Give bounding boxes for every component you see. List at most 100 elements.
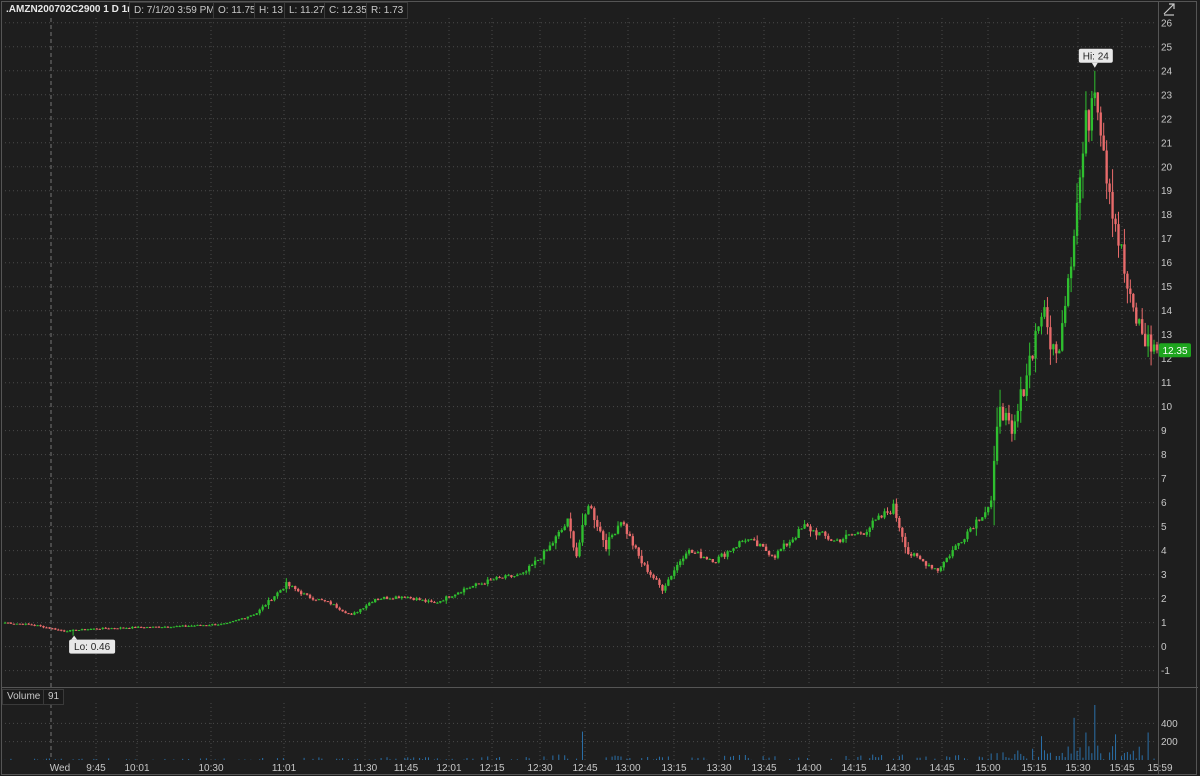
candle-body bbox=[530, 564, 534, 566]
high-readout: H: 13 bbox=[254, 2, 288, 19]
candle-body bbox=[243, 618, 247, 620]
candle-body bbox=[927, 565, 931, 567]
candle-body bbox=[332, 604, 335, 606]
candle-body bbox=[148, 627, 152, 629]
candle-body bbox=[225, 623, 229, 625]
candle-body bbox=[510, 575, 513, 577]
volume-bar bbox=[199, 758, 201, 760]
volume-bar bbox=[164, 758, 166, 760]
candle-body bbox=[859, 532, 863, 534]
volume-bar bbox=[892, 758, 894, 760]
candle-body bbox=[634, 545, 637, 548]
candle-body bbox=[95, 628, 98, 630]
candle-body bbox=[27, 623, 30, 625]
candle-body bbox=[711, 558, 714, 563]
volume-bar bbox=[1088, 746, 1090, 760]
candle-body bbox=[720, 553, 723, 557]
candle-body bbox=[1010, 420, 1014, 434]
time-tick-label: 11:30 bbox=[353, 763, 378, 774]
volume-bar bbox=[1112, 746, 1114, 760]
candle-body bbox=[1141, 319, 1144, 334]
volume-bar bbox=[303, 757, 305, 760]
candle-body bbox=[880, 515, 883, 518]
price-tick-label: 6 bbox=[1161, 498, 1167, 509]
volume-bar bbox=[1094, 705, 1096, 760]
volume-bar bbox=[45, 758, 47, 760]
volume-bar bbox=[1076, 750, 1078, 760]
candle-body bbox=[1001, 406, 1005, 421]
symbol-label[interactable]: .AMZN200702C2900 1 D 1m bbox=[2, 2, 140, 17]
candle-body bbox=[1155, 344, 1159, 351]
candle-body bbox=[365, 605, 368, 609]
price-tick-label: 21 bbox=[1161, 138, 1173, 149]
candle-body bbox=[791, 539, 794, 543]
candle-body bbox=[921, 559, 925, 562]
volume-bar bbox=[10, 758, 12, 760]
volume-bar bbox=[321, 758, 323, 760]
candle-body bbox=[936, 568, 940, 571]
volume-bar bbox=[605, 757, 607, 760]
candle-body bbox=[812, 530, 815, 532]
candle-body bbox=[616, 525, 620, 534]
time-tick-label: 11:01 bbox=[272, 763, 297, 774]
candle-body bbox=[723, 553, 726, 557]
candle-body bbox=[1049, 327, 1052, 350]
expand-chart-icon[interactable] bbox=[1162, 2, 1176, 16]
candle-body bbox=[418, 598, 421, 600]
candle-body bbox=[344, 611, 347, 614]
candle-body bbox=[539, 559, 543, 561]
candle-body bbox=[895, 503, 898, 518]
volume-bar bbox=[981, 757, 983, 760]
volume-bar bbox=[516, 759, 518, 760]
candle-body bbox=[519, 573, 522, 575]
candle-body bbox=[113, 628, 116, 630]
volume-bar bbox=[667, 756, 669, 760]
candle-body bbox=[557, 531, 560, 537]
candle-body bbox=[308, 594, 312, 598]
candle-body bbox=[1081, 153, 1085, 178]
volume-bar bbox=[1038, 756, 1040, 760]
chart-canvas[interactable]: -101234567891011121314151617181920212223… bbox=[0, 0, 1200, 776]
candle-body bbox=[729, 550, 732, 552]
candle-body bbox=[747, 539, 750, 541]
candle-body bbox=[60, 629, 63, 631]
candle-body bbox=[1016, 410, 1019, 422]
volume-bar bbox=[614, 755, 616, 760]
candle-body bbox=[918, 556, 922, 560]
candle-body bbox=[1007, 412, 1011, 421]
time-axis[interactable]: Wed 9:45 10:01 10:30 11:01 11:30 11:45 12:01 12:… bbox=[50, 763, 1173, 774]
candle-body bbox=[516, 574, 519, 577]
candle-body bbox=[430, 600, 433, 603]
candle-body bbox=[1061, 323, 1064, 351]
candle-body bbox=[125, 627, 128, 629]
hi-marker-label: Hi: 24 bbox=[1083, 51, 1110, 62]
volume-bar bbox=[433, 759, 435, 760]
candle-body bbox=[193, 625, 196, 627]
volume-bar bbox=[60, 758, 62, 760]
volume-bar bbox=[407, 757, 409, 760]
candle-body bbox=[1028, 355, 1031, 376]
candle-body bbox=[86, 629, 90, 631]
volume-bar bbox=[949, 757, 951, 760]
candle-body bbox=[853, 534, 857, 536]
candle-body bbox=[299, 591, 303, 595]
candle-body bbox=[104, 627, 107, 629]
candle-body bbox=[285, 582, 288, 589]
candle-body bbox=[1135, 307, 1138, 324]
time-tick-label: 10:30 bbox=[198, 763, 223, 774]
volume-grid bbox=[5, 722, 1157, 743]
volume-bar bbox=[445, 759, 447, 760]
volume-bar bbox=[389, 759, 391, 760]
candle-body bbox=[1031, 355, 1034, 359]
candle-body bbox=[702, 556, 706, 558]
candle-body bbox=[1078, 177, 1082, 203]
candle-body bbox=[89, 628, 93, 630]
candle-body bbox=[214, 624, 217, 626]
candle-body bbox=[581, 525, 584, 543]
volume-bar bbox=[339, 759, 341, 760]
time-tick-label: 10:01 bbox=[124, 763, 149, 774]
candle-body bbox=[51, 628, 54, 630]
candle-body bbox=[676, 564, 679, 571]
candle-body bbox=[945, 557, 948, 563]
volume-bar bbox=[380, 758, 382, 760]
